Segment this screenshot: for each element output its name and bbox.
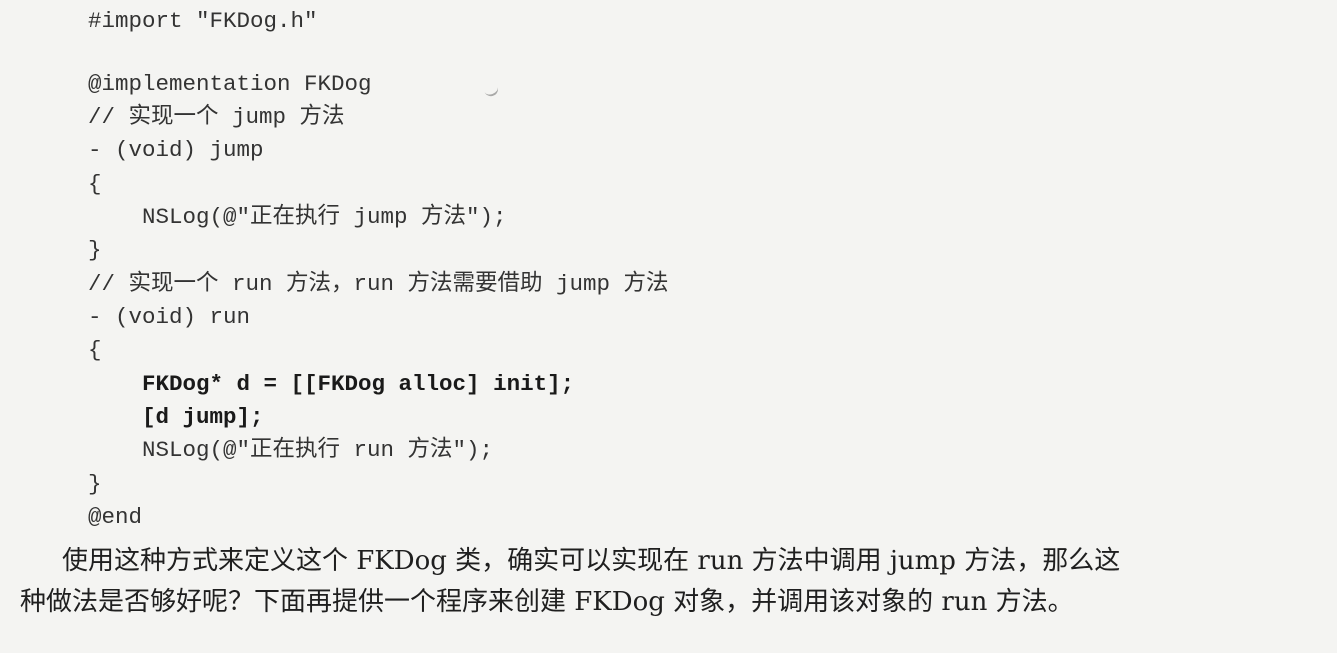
- code-line-end: @end: [88, 504, 143, 530]
- book-page: #import "FKDog.h" @implementation FKDog …: [0, 0, 1337, 653]
- paragraph-line: 使用这种方式来定义这个 FKDog 类，确实可以实现在 run 方法中调用 ju…: [62, 546, 1121, 576]
- code-line-call-jump: [d jump];: [88, 404, 264, 430]
- code-line-close-brace: }: [88, 237, 102, 263]
- code-line-open-brace: {: [88, 337, 102, 363]
- code-line-comment-run: // 实现一个 run 方法，run 方法需要借助 jump 方法: [88, 271, 669, 297]
- code-line-close-brace: }: [88, 471, 102, 497]
- code-line-alloc-init: FKDog* d = [[FKDog alloc] init];: [88, 371, 575, 397]
- code-line-jump-signature: - (void) jump: [88, 137, 264, 163]
- code-line-nslog-run: NSLog(@"正在执行 run 方法");: [88, 437, 494, 463]
- scan-artifact-mark: [484, 85, 500, 99]
- code-line-nslog-jump: NSLog(@"正在执行 jump 方法");: [88, 204, 507, 230]
- paragraph-line: 种做法是否够好呢？下面再提供一个程序来创建 FKDog 对象，并调用该对象的 r…: [20, 587, 1074, 617]
- code-line-open-brace: {: [88, 171, 102, 197]
- code-line-implementation: @implementation FKDog: [88, 71, 372, 97]
- code-line-run-signature: - (void) run: [88, 304, 251, 330]
- code-line-import: #import "FKDog.h": [88, 8, 318, 34]
- code-line-comment-jump: // 实现一个 jump 方法: [88, 104, 345, 130]
